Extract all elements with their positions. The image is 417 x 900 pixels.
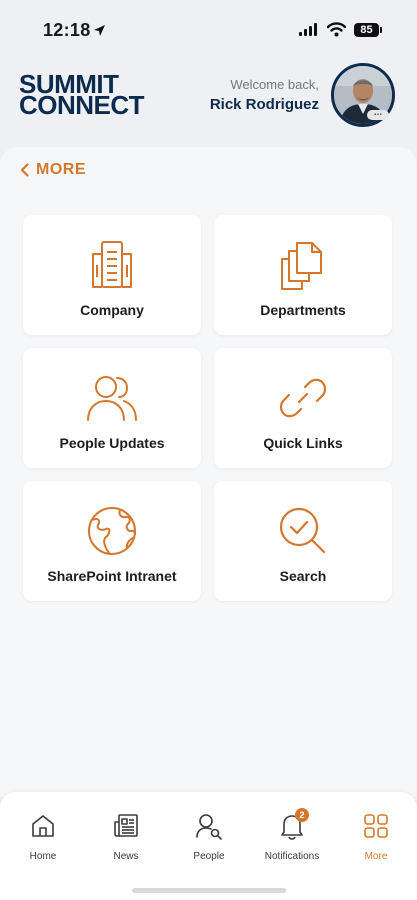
tile-label: Quick Links xyxy=(263,435,343,451)
tab-notifications[interactable]: 2 Notifications xyxy=(252,808,332,862)
tile-quick-links[interactable]: Quick Links xyxy=(214,348,392,468)
building-icon xyxy=(92,241,132,288)
app-header: SUMMIT CONNECT Welcome back, Rick Rodrig… xyxy=(0,60,417,150)
wifi-icon xyxy=(327,22,346,37)
back-label: MORE xyxy=(36,161,86,178)
people-search-icon xyxy=(196,814,222,840)
home-indicator[interactable] xyxy=(132,888,286,893)
tab-label: People xyxy=(193,851,225,862)
people-icon xyxy=(87,376,137,421)
welcome-block: Welcome back, Rick Rodriguez xyxy=(210,77,319,113)
back-link[interactable]: MORE xyxy=(20,161,86,179)
notification-badge: 2 xyxy=(295,808,309,822)
tile-departments[interactable]: Departments xyxy=(214,215,392,335)
search-check-icon xyxy=(279,507,326,554)
chevron-left-icon xyxy=(20,163,29,177)
tab-people[interactable]: People xyxy=(169,810,249,862)
tab-label: Notifications xyxy=(264,851,320,862)
avatar-more-badge[interactable]: ... xyxy=(367,108,389,120)
globe-icon xyxy=(88,507,136,555)
tab-home[interactable]: Home xyxy=(3,810,83,862)
summit-connect-logo: SUMMIT CONNECT xyxy=(19,69,145,120)
tab-more[interactable]: More xyxy=(336,810,416,862)
tab-label: Home xyxy=(29,851,57,862)
tile-label: SharePoint Intranet xyxy=(47,568,177,584)
tile-label: Search xyxy=(279,568,327,584)
tile-company[interactable]: Company xyxy=(23,215,201,335)
welcome-text: Welcome back, xyxy=(230,77,319,92)
status-time: 12:18 xyxy=(43,20,91,40)
news-icon xyxy=(114,814,138,837)
tile-label: People Updates xyxy=(59,435,165,451)
cellular-signal-icon xyxy=(299,23,317,36)
tab-news[interactable]: News xyxy=(86,810,166,862)
tile-sharepoint-intranet[interactable]: SharePoint Intranet xyxy=(23,481,201,601)
home-icon xyxy=(32,815,54,837)
status-bar: 12:18 85 xyxy=(0,0,417,60)
tile-people-updates[interactable]: People Updates xyxy=(23,348,201,468)
user-name: Rick Rodriguez xyxy=(209,96,319,113)
tab-label: More xyxy=(364,851,388,862)
more-content: MORE Company Departments People Updates … xyxy=(0,147,417,797)
link-icon xyxy=(279,378,327,418)
grid-icon xyxy=(364,814,388,838)
documents-icon xyxy=(281,242,322,290)
battery-indicator: 85 xyxy=(354,23,382,37)
tile-label: Departments xyxy=(260,302,346,318)
tile-search[interactable]: Search xyxy=(214,481,392,601)
tab-label: News xyxy=(113,851,139,862)
location-arrow-icon xyxy=(94,25,105,36)
tile-label: Company xyxy=(80,302,144,318)
tab-bar: Home News People 2 Notifications More xyxy=(0,792,417,900)
